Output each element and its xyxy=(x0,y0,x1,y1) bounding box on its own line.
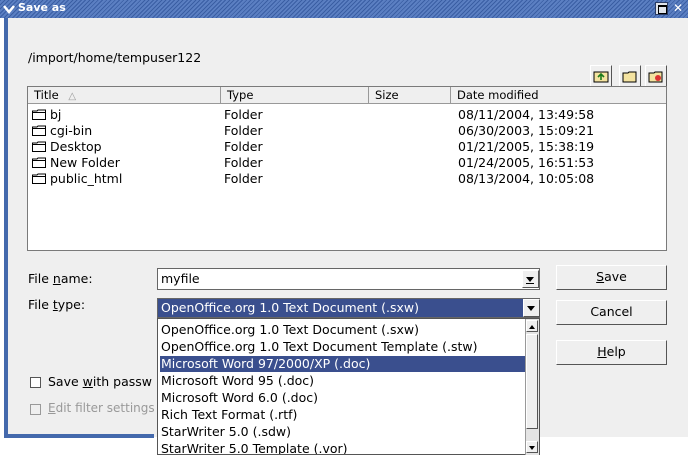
save-mnemonic: S xyxy=(596,269,605,284)
title-bar[interactable]: Save as ✕ xyxy=(0,0,688,18)
file-name-label: File name: xyxy=(28,271,93,286)
file-type: Folder xyxy=(224,107,263,122)
file-name-label-pre: File xyxy=(28,271,53,286)
password-label-post: ith passw xyxy=(92,374,153,389)
save-button[interactable]: Save xyxy=(556,265,667,290)
window-frame-bottom xyxy=(4,434,154,438)
arrow-up-icon xyxy=(529,325,535,329)
file-name: public_html xyxy=(50,171,123,186)
folder-icon xyxy=(32,125,46,136)
file-name-label-post: ame: xyxy=(60,271,93,286)
file-date: 01/24/2005, 16:51:53 xyxy=(458,155,595,170)
folder-home-icon xyxy=(648,71,663,83)
column-header-title[interactable]: Title △ xyxy=(28,87,221,104)
file-name: bj xyxy=(50,107,62,122)
help-label: elp xyxy=(606,344,626,359)
scrollbar-thumb[interactable] xyxy=(526,334,538,429)
file-type: Folder xyxy=(224,123,263,138)
save-with-password-label: Save with passw xyxy=(48,374,152,389)
help-button[interactable]: Help xyxy=(556,340,667,365)
file-row[interactable]: bj Folder 08/11/2004, 13:49:58 xyxy=(28,107,666,123)
help-mnemonic: H xyxy=(597,344,607,359)
file-type-label-pre: File xyxy=(28,297,53,312)
file-row[interactable]: public_html Folder 08/13/2004, 10:05:08 xyxy=(28,171,666,187)
current-path: /import/home/tempuser122 xyxy=(28,50,202,65)
file-type: Folder xyxy=(224,155,263,170)
column-header-size[interactable]: Size xyxy=(369,87,451,104)
file-type: Folder xyxy=(224,139,263,154)
file-type-dropdown-button[interactable] xyxy=(523,299,540,317)
file-row[interactable]: Desktop Folder 01/21/2005, 15:38:19 xyxy=(28,139,666,155)
file-row[interactable]: cgi-bin Folder 06/30/2003, 15:09:21 xyxy=(28,123,666,139)
column-header-type[interactable]: Type xyxy=(221,87,369,104)
cancel-button[interactable]: Cancel xyxy=(556,300,667,325)
window-menu-icon[interactable] xyxy=(3,3,15,15)
up-one-level-button[interactable] xyxy=(590,65,612,87)
file-name: Desktop xyxy=(50,139,102,154)
file-name: New Folder xyxy=(50,155,120,170)
file-type-option[interactable]: StarWriter 5.0 Template (.vor) xyxy=(160,441,348,454)
edit-filter-settings-checkbox[interactable] xyxy=(30,404,41,415)
close-icon[interactable]: ✕ xyxy=(673,1,683,15)
filter-label-rest: dit filter settings xyxy=(55,401,155,415)
edit-filter-settings-label: Edit filter settings xyxy=(48,401,155,415)
window-title: Save as xyxy=(18,1,66,14)
folder-icon xyxy=(32,109,46,120)
file-date: 08/13/2004, 10:05:08 xyxy=(458,171,595,186)
file-type-option[interactable]: StarWriter 5.0 (.sdw) xyxy=(160,424,291,440)
file-type-option[interactable]: Microsoft Word 95 (.doc) xyxy=(160,373,314,389)
new-folder-icon xyxy=(622,71,637,83)
folder-icon xyxy=(32,157,46,168)
save-label: ave xyxy=(604,269,627,284)
save-with-password-checkbox[interactable] xyxy=(30,377,41,388)
folder-up-icon xyxy=(593,71,609,83)
file-name-label-mnemonic: n xyxy=(52,271,61,286)
column-header-date[interactable]: Date modified xyxy=(451,87,666,104)
sort-arrow-icon: △ xyxy=(68,91,77,102)
file-list[interactable]: Title △ Type Size Date modified bj Folder… xyxy=(27,86,667,251)
file-type-option[interactable]: OpenOffice.org 1.0 Text Document (.sxw) xyxy=(160,322,419,338)
folder-icon xyxy=(32,173,46,184)
file-type-label: File type: xyxy=(28,297,85,312)
password-label-mnemonic: w xyxy=(82,374,93,389)
file-name: cgi-bin xyxy=(50,123,93,138)
file-type-option[interactable]: Rich Text Format (.rtf) xyxy=(160,407,297,423)
new-folder-button[interactable] xyxy=(619,65,641,87)
file-row[interactable]: New Folder Folder 01/24/2005, 16:51:53 xyxy=(28,155,666,171)
file-type: Folder xyxy=(224,171,263,186)
file-name-dropdown-button[interactable] xyxy=(522,270,539,288)
file-type-label-post: ype: xyxy=(57,297,86,312)
file-type-dropdown-list[interactable]: OpenOffice.org 1.0 Text Document (.sxw) O… xyxy=(157,318,540,455)
file-type-option[interactable]: Microsoft Word 97/2000/XP (.doc) xyxy=(160,356,525,372)
file-date: 08/11/2004, 13:49:58 xyxy=(458,107,595,122)
file-type-option[interactable]: Microsoft Word 6.0 (.doc) xyxy=(160,390,318,406)
scroll-up-button[interactable] xyxy=(526,320,538,332)
column-title-label: Title xyxy=(34,88,59,102)
file-type-selected-value: OpenOffice.org 1.0 Text Document (.sxw) xyxy=(161,300,420,315)
file-name-input[interactable]: myfile xyxy=(157,268,540,290)
file-type-select[interactable]: OpenOffice.org 1.0 Text Document (.sxw) xyxy=(157,298,540,318)
filter-label-mnemonic: E xyxy=(48,401,56,415)
password-label-pre: Save xyxy=(48,374,83,389)
arrow-down-icon xyxy=(529,446,535,450)
file-type-option[interactable]: OpenOffice.org 1.0 Text Document Templat… xyxy=(160,339,478,355)
maximize-icon[interactable] xyxy=(655,2,668,15)
default-directory-button[interactable] xyxy=(645,65,667,87)
scroll-down-button[interactable] xyxy=(526,441,538,453)
file-date: 06/30/2003, 15:09:21 xyxy=(458,123,595,138)
window-frame-left xyxy=(4,18,8,438)
file-date: 01/21/2005, 15:38:19 xyxy=(458,139,595,154)
folder-icon xyxy=(32,141,46,152)
